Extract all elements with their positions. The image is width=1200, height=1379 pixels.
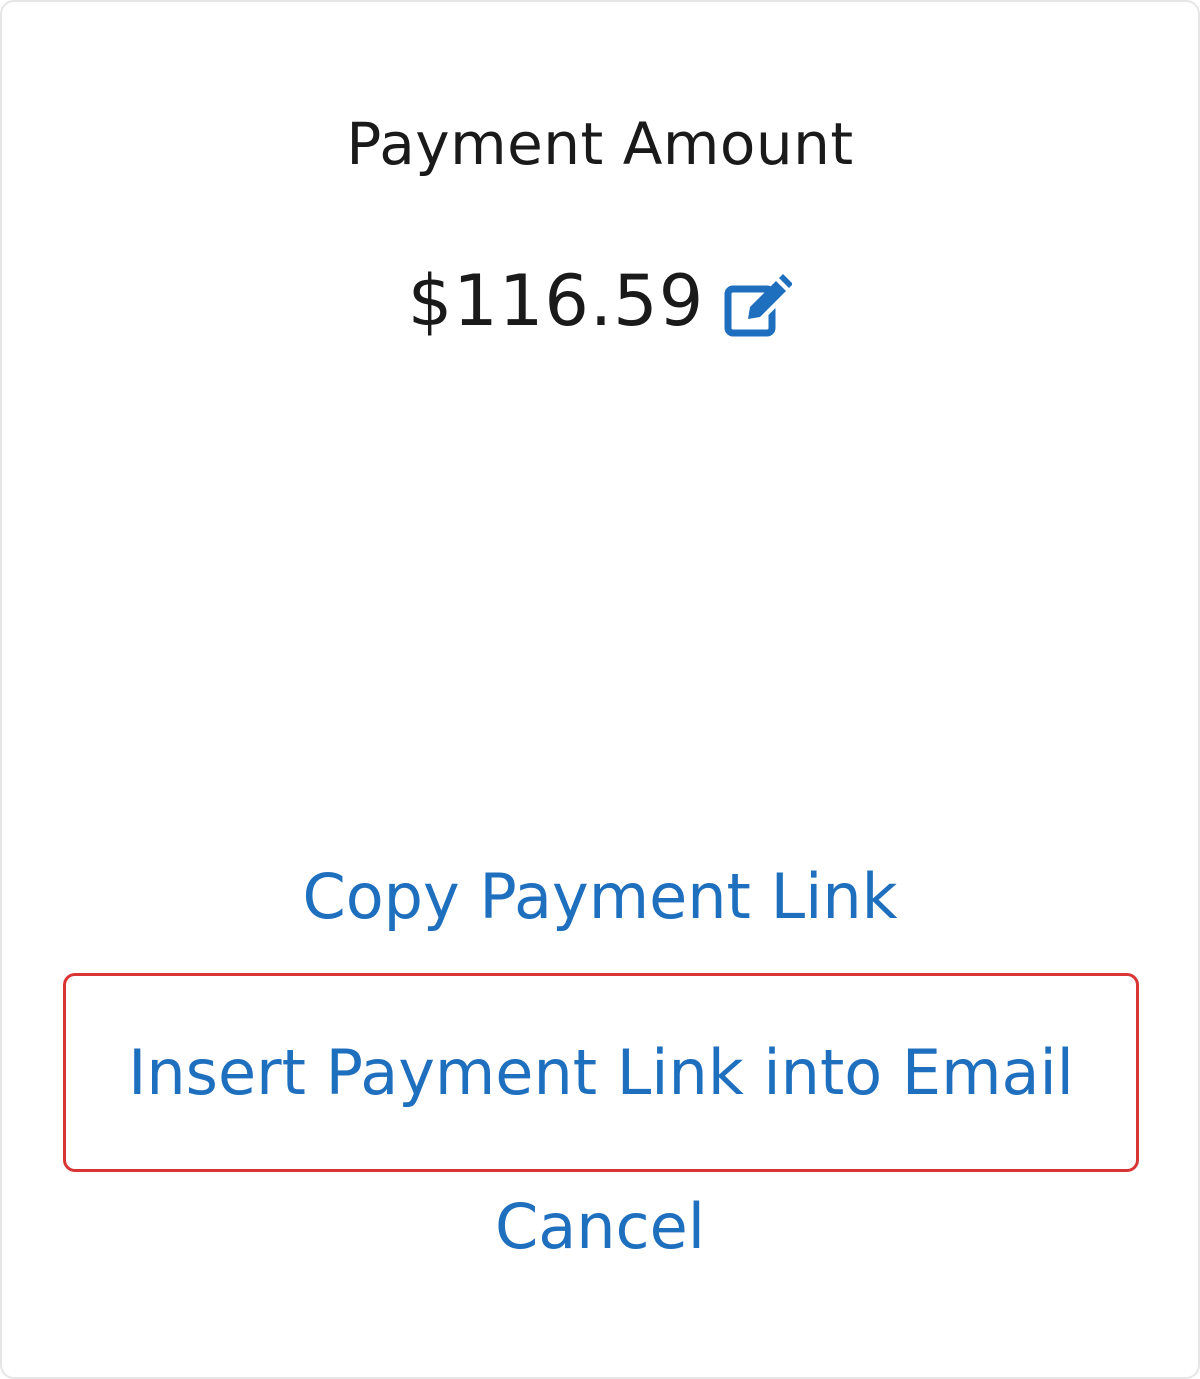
insert-payment-link-label: Insert Payment Link into Email bbox=[128, 1036, 1074, 1109]
cancel-button[interactable]: Cancel bbox=[2, 1190, 1198, 1263]
edit-icon[interactable] bbox=[722, 271, 794, 341]
copy-payment-link-button[interactable]: Copy Payment Link bbox=[2, 860, 1198, 933]
payment-amount-value: $116.59 bbox=[407, 260, 705, 342]
payment-link-panel: Payment Amount $116.59 Copy Payment Link… bbox=[0, 0, 1200, 1379]
payment-amount-title: Payment Amount bbox=[346, 110, 854, 178]
amount-row: $116.59 bbox=[2, 260, 1198, 342]
insert-payment-link-button[interactable]: Insert Payment Link into Email bbox=[63, 973, 1139, 1172]
